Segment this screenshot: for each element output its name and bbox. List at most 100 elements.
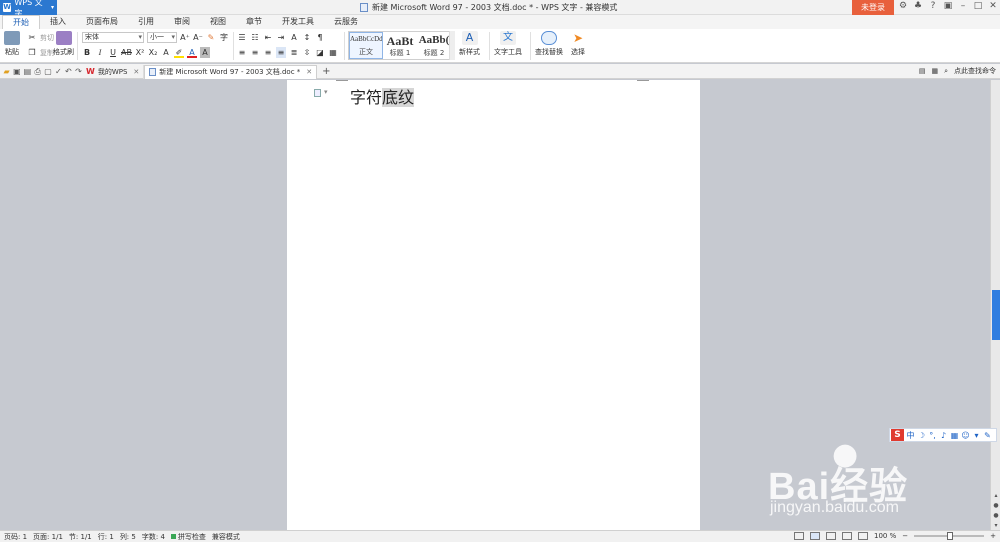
char-shading-icon[interactable]: A [199,47,210,58]
border-icon[interactable]: ▦ [328,47,338,58]
underline-icon[interactable]: U [108,47,118,58]
quick-icon[interactable]: ▤ [919,67,926,75]
app-menu-button[interactable]: W WPS 文字 ▾ [0,0,57,18]
save-icon[interactable]: ▣ [13,67,21,76]
bullet-list-icon[interactable]: ☰ [237,32,247,43]
tab-cloud[interactable]: 云服务 [324,15,368,29]
new-style-button[interactable]: A 新样式 [459,31,480,57]
status-pages[interactable]: 页面: 1/1 [33,532,63,542]
bold-icon[interactable]: B [82,47,92,58]
doc-tab-current[interactable]: 新建 Microsoft Word 97 - 2003 文档.doc * ✕ [144,64,318,79]
zoom-level[interactable]: 100 % [874,532,896,540]
spellcheck-icon[interactable]: ✓ [55,67,62,76]
select-button[interactable]: ➤ 选择 [570,31,586,57]
style-gallery: AaBbCcDd 正文 AaBt 标题 1 AaBb( 标题 2 [348,31,454,60]
open-icon[interactable]: ▰ [3,67,10,76]
quick-icon[interactable]: ▦ [931,67,938,75]
redo-icon[interactable]: ↷ [75,67,82,76]
italic-icon[interactable]: I [95,47,105,58]
font-size-select[interactable]: 小一 [147,32,177,43]
font-color-icon[interactable]: A [186,47,197,58]
style-heading-1[interactable]: AaBt 标题 1 [383,32,417,59]
settings-icon[interactable]: ⚙ [898,1,908,11]
highlight-icon[interactable]: ✐ [173,47,184,58]
format-painter-button[interactable]: 格式刷 [53,31,74,57]
document-page[interactable]: ▾ 字符底纹 [287,80,700,530]
status-spellcheck[interactable]: 拼写检查 [170,532,206,542]
zoom-out-icon[interactable]: − [902,532,908,540]
tab-view[interactable]: 视图 [200,15,236,29]
zoom-slider[interactable] [914,532,985,540]
paragraph-handle-icon[interactable] [314,89,321,97]
sort-icon[interactable]: ↕ [302,32,312,43]
shading-icon[interactable]: ◪ [315,47,325,58]
status-word-count[interactable]: 字数: 4 [142,532,165,542]
export-pdf-icon[interactable]: ▤ [24,67,32,76]
paste-button[interactable]: 粘贴 [4,31,20,57]
document-text[interactable]: 字符底纹 [350,84,415,108]
doc-tab-my-wps[interactable]: W 我的WPS ✕ [82,64,145,79]
superscript-icon[interactable]: X² [135,47,145,58]
web-view-icon[interactable] [842,532,852,540]
new-tab-icon[interactable]: + [322,66,330,77]
scrollbar-thumb[interactable] [992,290,1000,340]
outline-view-icon[interactable] [826,532,836,540]
reading-view-icon[interactable] [858,532,868,540]
style-normal[interactable]: AaBbCcDd 正文 [349,32,383,59]
find-replace-button[interactable]: 查找替换 [535,31,563,57]
align-right-icon[interactable]: ≡ [263,47,273,58]
strikethrough-icon[interactable]: AB [121,47,132,58]
clear-format-icon[interactable]: ✎ [206,32,216,43]
tab-review[interactable]: 审阅 [164,15,200,29]
decrease-indent-icon[interactable]: ⇤ [263,32,273,43]
status-page-number[interactable]: 页码: 1 [4,532,27,542]
chinese-layout-icon[interactable]: A [289,32,299,43]
line-spacing-icon[interactable]: ⇳ [302,47,312,58]
command-search[interactable]: 点此查找命令 [954,66,996,76]
tab-chapter[interactable]: 章节 [236,15,272,29]
grow-font-icon[interactable]: A⁺ [180,32,190,43]
align-center-icon[interactable]: ≡ [250,47,260,58]
distribute-icon[interactable]: ≣ [289,47,299,58]
close-icon[interactable]: ✕ [306,68,312,76]
zoom-in-icon[interactable]: + [990,532,996,540]
cut-button[interactable]: ✂ 剪切 [27,31,54,44]
numbered-list-icon[interactable]: ☷ [250,32,260,43]
phonetic-icon[interactable]: 字 [219,32,229,43]
tab-home[interactable]: 开始 [2,15,40,29]
login-button[interactable]: 未登录 [852,0,894,15]
skin-icon[interactable]: ♣ [913,1,923,11]
page-view-icon[interactable] [810,532,820,540]
show-marks-icon[interactable]: ¶ [315,32,325,43]
fullscreen-icon[interactable]: ▣ [943,1,953,11]
margin-marker [336,80,348,81]
print-icon[interactable]: ⎙ [34,67,41,76]
print-preview-icon[interactable]: ▢ [44,67,52,76]
style-heading-2[interactable]: AaBb( 标题 2 [417,32,451,59]
chevron-down-icon[interactable]: ▾ [324,88,328,96]
justify-icon[interactable]: ≡ [276,47,286,58]
close-icon[interactable]: ✕ [988,1,998,11]
close-icon[interactable]: ✕ [133,68,139,76]
text-effect-icon[interactable]: A [161,47,171,58]
style-gallery-scroll[interactable] [449,31,455,60]
maximize-icon[interactable]: □ [973,1,983,11]
minimize-icon[interactable]: – [958,1,968,11]
tab-page-layout[interactable]: 页面布局 [76,15,128,29]
text-tools-button[interactable]: 文 文字工具 [494,31,522,57]
shrink-font-icon[interactable]: A⁻ [193,32,203,43]
tab-insert[interactable]: 插入 [40,15,76,29]
zoom-slider-handle[interactable] [947,532,954,540]
focus-view-icon[interactable] [794,532,804,540]
tab-developer[interactable]: 开发工具 [272,15,324,29]
subscript-icon[interactable]: X₂ [148,47,158,58]
tab-references[interactable]: 引用 [128,15,164,29]
copy-button[interactable]: ❐ 复制 [27,46,54,59]
undo-icon[interactable]: ↶ [65,67,72,76]
increase-indent-icon[interactable]: ⇥ [276,32,286,43]
font-name-select[interactable]: 宋体 [82,32,144,43]
align-left-icon[interactable]: ≡ [237,47,247,58]
status-section[interactable]: 节: 1/1 [69,532,92,542]
help-icon[interactable]: ? [928,1,938,11]
search-icon[interactable]: ⌕ [944,67,948,76]
